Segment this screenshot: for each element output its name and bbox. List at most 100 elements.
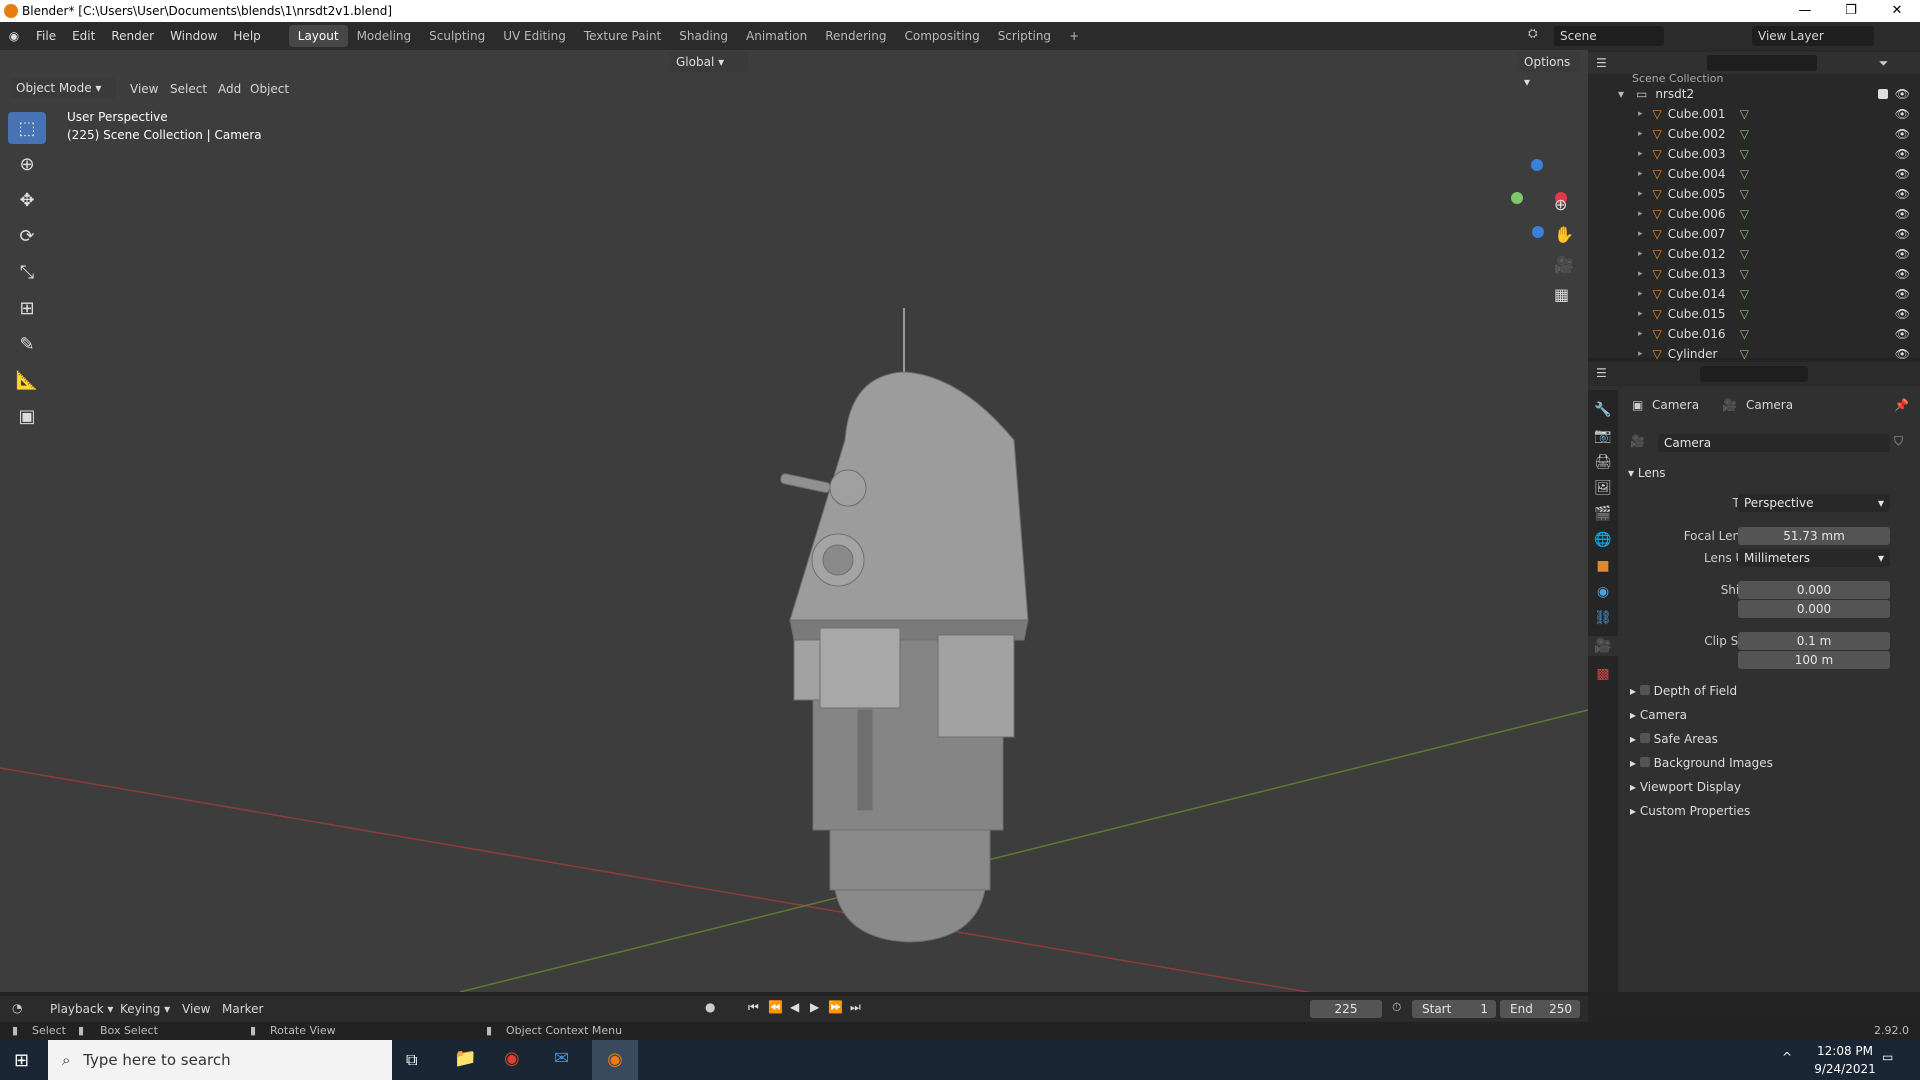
menu-render[interactable]: Render <box>103 22 162 50</box>
timeline-menu-view[interactable]: View <box>182 1002 210 1016</box>
filter-icon[interactable]: ⏷ <box>1879 56 1889 71</box>
viewport-menu-view[interactable]: View <box>130 82 158 96</box>
properties-search-input[interactable] <box>1700 366 1808 382</box>
timeline-editor-icon[interactable]: ◔ <box>12 1001 22 1015</box>
camera-datablock-field[interactable]: Camera <box>1658 434 1890 452</box>
restore-icon[interactable]: ❐ <box>1828 0 1874 22</box>
task-view-icon[interactable]: ⧉ <box>406 1050 417 1070</box>
tab-compositing[interactable]: Compositing <box>895 25 988 47</box>
outliner-item[interactable]: ▸ ▽ Cube.004 ▽ 👁 <box>1588 164 1920 184</box>
lens-type-dropdown[interactable]: Perspective ▾ <box>1738 494 1890 512</box>
menu-edit[interactable]: Edit <box>64 22 103 50</box>
expand-arrow-icon[interactable]: ▸ <box>1638 229 1643 239</box>
section-depth-of-field[interactable]: ▸ Depth of Field <box>1630 684 1737 698</box>
outliner-root[interactable]: Scene Collection <box>1588 72 1920 84</box>
scene-field[interactable]: Scene <box>1554 26 1664 46</box>
focal-length-field[interactable]: 51.73 mm <box>1738 527 1890 545</box>
expand-arrow-icon[interactable]: ▸ <box>1638 209 1643 219</box>
tab-texture-paint[interactable]: Texture Paint <box>575 25 670 47</box>
viewport-menu-object[interactable]: Object <box>250 82 289 96</box>
end-frame-field[interactable]: End 250 <box>1500 1000 1580 1018</box>
select-box-tool-icon[interactable]: ⬚ <box>8 112 46 144</box>
tab-scripting[interactable]: Scripting <box>989 25 1060 47</box>
preview-range-icon[interactable]: ⏱ <box>1392 1000 1401 1015</box>
menu-window[interactable]: Window <box>162 22 225 50</box>
expand-arrow-icon[interactable]: ▸ <box>1638 129 1643 139</box>
scale-tool-icon[interactable]: ⤡ <box>8 256 46 288</box>
fake-user-shield-icon[interactable]: ⛉ <box>1894 434 1903 449</box>
section-viewport-display[interactable]: ▸ Viewport Display <box>1630 780 1741 794</box>
record-icon[interactable]: ● <box>705 1000 715 1014</box>
outliner-item[interactable]: ▸ ▽ Cube.001 ▽ 👁 <box>1588 104 1920 124</box>
add-cube-tool-icon[interactable]: ▣ <box>8 400 46 432</box>
camera-view-icon[interactable]: 🎥 <box>1554 255 1574 274</box>
timeline-menu-playback[interactable]: Playback ▾ <box>50 1002 113 1016</box>
windows-start-icon[interactable]: ⊞ <box>14 1050 29 1071</box>
measure-tool-icon[interactable]: 📐 <box>8 364 46 396</box>
constraints-tab-icon[interactable]: ⛓ <box>1594 610 1612 626</box>
outliner-item[interactable]: ▸ ▽ Cube.016 ▽ 👁 <box>1588 324 1920 344</box>
pan-hand-icon[interactable]: ✋ <box>1554 225 1574 244</box>
timeline-menu-marker[interactable]: Marker <box>222 1002 263 1016</box>
transform-tool-icon[interactable]: ⊞ <box>8 292 46 324</box>
notification-icon[interactable]: ▭ <box>1882 1050 1893 1064</box>
close-icon[interactable]: ✕ <box>1874 0 1920 22</box>
expand-arrow-icon[interactable]: ▸ <box>1638 309 1643 319</box>
outliner-item[interactable]: ▸ ▽ Cube.005 ▽ 👁 <box>1588 184 1920 204</box>
ortho-grid-icon[interactable]: ▦ <box>1554 285 1569 304</box>
visibility-eye-icon[interactable]: 👁 <box>1895 227 1910 241</box>
tab-rendering[interactable]: Rendering <box>816 25 895 47</box>
outliner-item[interactable]: ▸ ▽ Cube.015 ▽ 👁 <box>1588 304 1920 324</box>
play-reverse-icon[interactable]: ◀ <box>790 1000 799 1014</box>
visibility-eye-icon[interactable]: 👁 <box>1895 207 1910 221</box>
shift-x-field[interactable]: 0.000 <box>1738 581 1890 599</box>
visibility-eye-icon[interactable]: 👁 <box>1895 287 1910 301</box>
outliner-editor-icon[interactable]: ☰ <box>1596 56 1607 70</box>
viewport-menu-add[interactable]: Add <box>218 82 241 96</box>
texture-tab-icon[interactable]: ▩ <box>1596 666 1609 682</box>
tray-chevron-icon[interactable]: ^ <box>1782 1050 1792 1064</box>
section-camera[interactable]: ▸ Camera <box>1630 708 1687 722</box>
outliner-item[interactable]: ▸ ▽ Cube.003 ▽ 👁 <box>1588 144 1920 164</box>
tab-uv-editing[interactable]: UV Editing <box>494 25 575 47</box>
transform-orientation-dropdown[interactable]: Global ▾ <box>670 52 748 72</box>
scene-tab-icon[interactable]: 🎬 <box>1594 506 1611 522</box>
visibility-eye-icon[interactable]: 👁 <box>1895 347 1910 361</box>
lens-unit-dropdown[interactable]: Millimeters ▾ <box>1738 549 1890 567</box>
tab-animation[interactable]: Animation <box>737 25 816 47</box>
outliner-collection[interactable]: ▾ ▭ nrsdt2 👁 <box>1588 84 1920 104</box>
camera-datablock-icon[interactable]: 🎥 <box>1630 434 1645 448</box>
prev-key-icon[interactable]: ⏪ <box>768 1000 783 1014</box>
clock-time[interactable]: 12:08 PM <box>1810 1044 1880 1058</box>
visibility-eye-icon[interactable]: 👁 <box>1895 167 1910 181</box>
expand-arrow-icon[interactable]: ▸ <box>1638 329 1643 339</box>
camera-data-tab-icon[interactable]: 🎥 <box>1588 636 1618 656</box>
object-tab-icon[interactable]: ■ <box>1596 558 1609 574</box>
taskbar-search-box[interactable]: ⌕ Type here to search <box>48 1040 392 1080</box>
section-safe-areas[interactable]: ▸ Safe Areas <box>1630 732 1718 746</box>
rotate-tool-icon[interactable]: ⟳ <box>8 220 46 252</box>
world-tab-icon[interactable]: 🌐 <box>1594 532 1611 548</box>
properties-editor-icon[interactable]: ☰ <box>1596 366 1607 380</box>
expand-arrow-icon[interactable]: ▸ <box>1638 109 1643 119</box>
expand-arrow-icon[interactable]: ▸ <box>1638 149 1643 159</box>
visibility-eye-icon[interactable]: 👁 <box>1895 267 1910 281</box>
menu-help[interactable]: Help <box>225 22 268 50</box>
expand-arrow-icon[interactable]: ▸ <box>1638 289 1643 299</box>
expand-arrow-icon[interactable]: ▸ <box>1638 269 1643 279</box>
outliner-search-input[interactable] <box>1706 55 1817 71</box>
clock-date[interactable]: 9/24/2021 <box>1810 1062 1880 1076</box>
viewport-menu-select[interactable]: Select <box>170 82 207 96</box>
blender-taskbar-icon[interactable]: ◉ <box>592 1040 638 1080</box>
visibility-eye-icon[interactable]: 👁 <box>1895 247 1910 261</box>
outliner-item[interactable]: ▸ ▽ Cube.002 ▽ 👁 <box>1588 124 1920 144</box>
jump-start-icon[interactable]: ⏮ <box>748 1000 759 1015</box>
visibility-eye-icon[interactable]: 👁 <box>1895 187 1910 201</box>
outliner-item[interactable]: ▸ ▽ Cylinder ▽ 👁 <box>1588 344 1920 364</box>
outliner-item[interactable]: ▸ ▽ Cube.013 ▽ 👁 <box>1588 264 1920 284</box>
visibility-eye-icon[interactable]: 👁 <box>1895 127 1910 141</box>
expand-arrow-icon[interactable]: ▾ <box>1618 87 1624 101</box>
annotate-tool-icon[interactable]: ✎ <box>8 328 46 360</box>
render-tab-icon[interactable]: 📷 <box>1594 428 1611 444</box>
jump-end-icon[interactable]: ⏭ <box>850 1000 861 1015</box>
